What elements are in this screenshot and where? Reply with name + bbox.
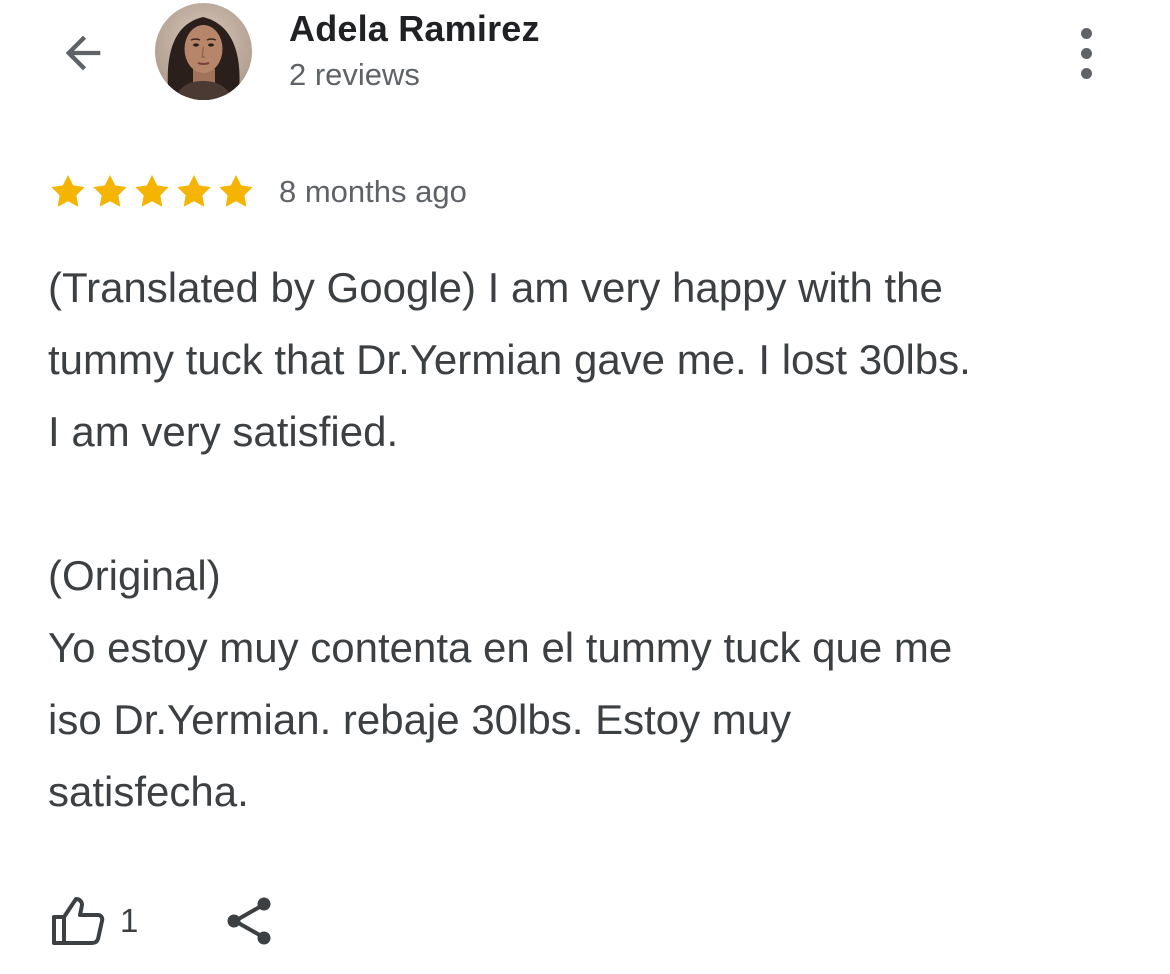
share-button[interactable] xyxy=(222,893,278,949)
review-actions: 1 xyxy=(50,890,278,952)
rating-row: 8 months ago xyxy=(48,170,467,214)
review-text: (Translated by Google) I am very happy w… xyxy=(48,252,1138,828)
share-icon xyxy=(227,897,271,945)
star-icon xyxy=(177,175,211,207)
star-icon xyxy=(219,175,253,207)
like-count: 1 xyxy=(120,902,139,939)
more-options-button[interactable] xyxy=(1062,22,1110,84)
review-text-line: tummy tuck that Dr.Yermian gave me. I lo… xyxy=(48,336,971,383)
user-name[interactable]: Adela Ramirez xyxy=(289,8,540,50)
arrow-left-icon xyxy=(65,35,101,71)
review-text-line: Yo estoy muy contenta en el tummy tuck q… xyxy=(48,624,953,671)
more-vertical-icon-dot xyxy=(1080,67,1092,79)
back-button[interactable] xyxy=(52,22,114,84)
review-text-line: (Original) xyxy=(48,552,221,599)
star-icon xyxy=(93,175,127,207)
star-icon xyxy=(135,175,169,207)
avatar-image xyxy=(155,3,252,100)
review-text-blank-line xyxy=(48,468,1138,540)
star-rating xyxy=(48,172,256,212)
like-button[interactable]: 1 xyxy=(50,893,138,949)
star-icon xyxy=(51,175,85,207)
review-text-line: (Translated by Google) I am very happy w… xyxy=(48,264,943,311)
review-date: 8 months ago xyxy=(279,174,467,209)
avatar[interactable] xyxy=(155,3,252,100)
review-text-line: iso Dr.Yermian. rebaje 30lbs. Estoy muy xyxy=(48,696,792,743)
review-text-line: I am very satisfied. xyxy=(48,408,399,455)
reviews-count[interactable]: 2 reviews xyxy=(289,57,420,93)
more-vertical-icon-dot xyxy=(1080,27,1092,39)
thumbs-up-icon xyxy=(52,897,105,945)
more-vertical-icon-dot xyxy=(1080,47,1092,59)
review-text-line: satisfecha. xyxy=(48,768,249,815)
